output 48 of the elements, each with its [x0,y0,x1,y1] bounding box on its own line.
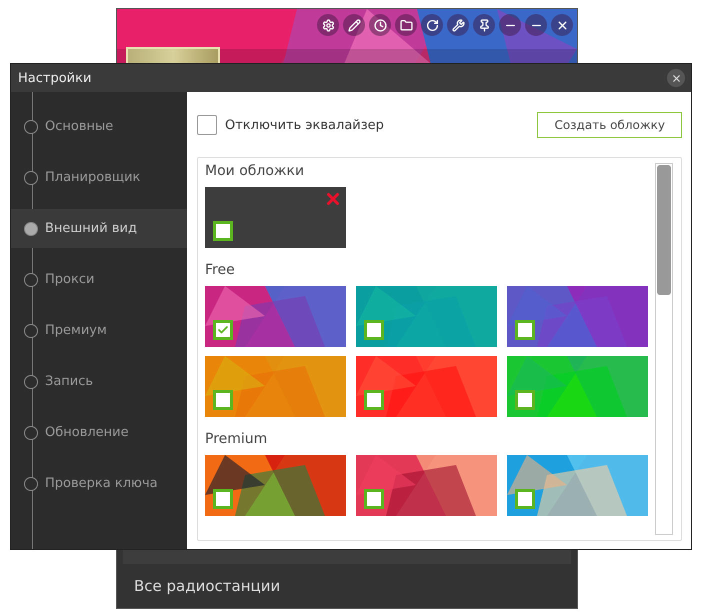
section-title: Premium [205,431,268,447]
step-dot-icon [24,120,38,134]
equalizer-checkbox[interactable] [197,115,217,135]
pin-icon[interactable] [473,14,495,36]
skin-checkbox[interactable] [364,390,384,410]
refresh-icon[interactable] [421,14,443,36]
skin-checkbox[interactable] [515,489,535,509]
skin-tile[interactable] [205,187,346,248]
step-dot-icon [24,476,38,490]
skin-checkbox[interactable] [213,320,233,340]
sidebar-item[interactable]: Планировщик [11,158,187,197]
folder-icon[interactable] [395,14,417,36]
skin-checkbox[interactable] [213,221,233,241]
skin-checkbox[interactable] [515,390,535,410]
step-dot-icon [24,272,38,286]
check-icon [217,324,229,336]
scrollbar[interactable] [655,163,673,535]
skin-checkbox[interactable] [515,320,535,340]
sidebar-item[interactable]: Основные [11,107,187,146]
wrench-icon[interactable] [447,14,469,36]
sidebar-item[interactable]: Внешний вид [11,209,187,248]
close-icon [670,72,682,84]
pencil-icon[interactable] [343,14,365,36]
checkbox-label: Отключить эквалайзер [225,118,384,132]
skin-checkbox[interactable] [213,390,233,410]
close-icon[interactable] [551,14,573,36]
sidebar-item[interactable]: Обновление [11,413,187,452]
skin-checkbox[interactable] [364,320,384,340]
step-dot-icon [24,324,38,338]
create-skin-button[interactable]: Создать обложку [537,112,682,138]
close-button[interactable] [667,69,685,87]
all-stations-link[interactable]: Все радиостанции [134,577,280,595]
skin-checkbox[interactable] [213,489,233,509]
step-dot-icon [24,374,38,388]
clock-icon[interactable] [369,14,391,36]
step-dot-icon [24,222,38,236]
step-dot-icon [24,170,38,184]
sidebar-item[interactable]: Прокси [11,260,187,299]
step-dot-icon [24,426,38,440]
delete-icon[interactable] [324,190,342,208]
sidebar-item[interactable]: Премиум [11,311,187,350]
sidebar-item[interactable]: Запись [11,362,187,401]
skin-checkbox[interactable] [364,489,384,509]
sidebar-item[interactable]: Проверка ключа [11,464,187,503]
section-title: Free [205,262,236,278]
dialog-title: Настройки [18,70,92,86]
section-title: Мои обложки [205,163,306,179]
settings-icon[interactable] [317,14,339,36]
